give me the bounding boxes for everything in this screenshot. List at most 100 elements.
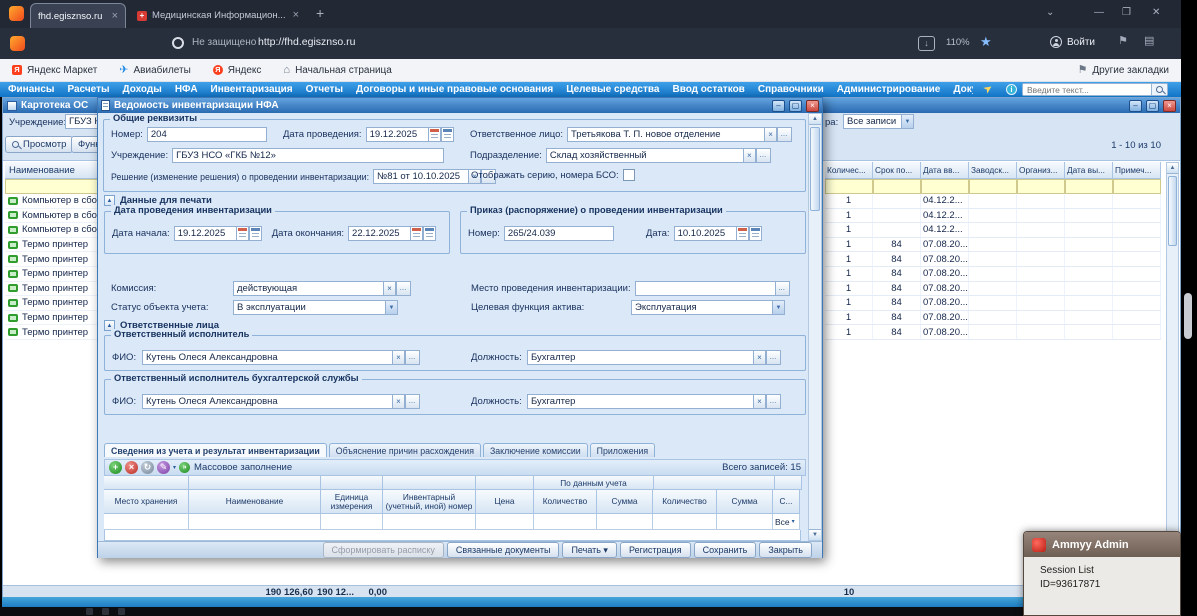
column-header[interactable]: Дата вы... <box>1065 162 1113 179</box>
calendar-icon[interactable] <box>736 226 749 241</box>
scroll-up-icon[interactable]: ▲ <box>1167 163 1178 174</box>
scroll-up-icon[interactable]: ▲ <box>809 114 821 125</box>
accounting-fio-input[interactable]: Кутень Олеся Александровна <box>142 394 392 409</box>
clear-icon[interactable]: × <box>743 148 756 163</box>
toolbar-menu-icon[interactable]: ▾ <box>173 464 176 471</box>
grid-column-header[interactable]: Сумма <box>597 490 653 514</box>
department-input[interactable]: Склад хозяйственный <box>546 148 743 163</box>
refresh-records-icon[interactable]: ↻ <box>141 461 154 474</box>
column-header[interactable]: Организ... <box>1017 162 1065 179</box>
tab-close-icon[interactable]: × <box>112 11 118 22</box>
other-bookmarks-button[interactable]: ⚑ Другие закладки <box>1078 65 1170 76</box>
download-icon[interactable]: ↓ <box>918 36 935 51</box>
cardfile-close-button[interactable]: × <box>1163 100 1176 112</box>
menu-item-4[interactable]: НФА <box>175 84 198 95</box>
info-icon[interactable]: i <box>1006 84 1017 95</box>
column-header[interactable]: Дата вв... <box>921 162 969 179</box>
place-input[interactable] <box>635 281 775 296</box>
view-button[interactable]: Просмотр <box>5 136 73 153</box>
executor-post-input[interactable]: Бухгалтер <box>527 350 753 365</box>
lookup-icon[interactable]: … <box>405 394 420 409</box>
decision-input[interactable]: №81 от 10.10.2025 <box>373 169 468 184</box>
column-filter-input[interactable] <box>921 179 969 194</box>
menu-item-9[interactable]: Ввод остатков <box>672 84 744 95</box>
cardfile-minimize-button[interactable]: – <box>1129 100 1142 112</box>
tabbar-chevron-icon[interactable]: ⌄ <box>1046 8 1054 18</box>
column-filter-input[interactable] <box>1065 179 1113 194</box>
menu-item-8[interactable]: Целевые средства <box>566 84 659 95</box>
menu-item-7[interactable]: Договоры и иные правовые основания <box>356 84 553 95</box>
modal-maximize-button[interactable]: ▢ <box>789 100 802 112</box>
asset-data-row[interactable]: 18407.08.20... <box>825 238 1161 253</box>
lookup-icon[interactable]: … <box>396 281 411 296</box>
menu-item-5[interactable]: Инвентаризация <box>211 84 293 95</box>
clear-icon[interactable]: × <box>392 350 405 365</box>
add-record-icon[interactable]: + <box>109 461 122 474</box>
grid-column-header[interactable]: Место хранения <box>104 490 189 514</box>
taskbar-app-icon[interactable] <box>118 608 125 615</box>
bookmark-star-icon[interactable]: ★ <box>980 35 992 48</box>
lookup-icon[interactable]: … <box>766 350 781 365</box>
edge-scrollbar[interactable] <box>1184 293 1192 339</box>
chevron-down-icon[interactable]: ▼ <box>901 114 914 129</box>
calendar-alt-icon[interactable] <box>249 226 262 241</box>
modal-action-1[interactable]: Сформировать расписку <box>323 542 444 558</box>
security-label[interactable]: Не защищено <box>192 37 256 48</box>
ammyy-titlebar[interactable]: Ammyy Admin <box>1024 532 1180 557</box>
modal-action-5[interactable]: Сохранить <box>694 542 757 558</box>
target-function-select[interactable]: Эксплуатация <box>631 300 772 315</box>
column-header[interactable]: Примеч... <box>1113 162 1161 179</box>
grid-column-header[interactable]: Наименование <box>189 490 321 514</box>
records-filter-select[interactable]: Все записи ▼ <box>843 114 914 129</box>
grid-column-header[interactable]: С... <box>773 490 800 514</box>
modal-tab-1[interactable]: Сведения из учета и результат инвентариз… <box>104 443 327 457</box>
modal-tab-4[interactable]: Приложения <box>590 443 655 457</box>
grid-column-header[interactable]: Цена <box>476 490 534 514</box>
grid-body[interactable] <box>104 530 801 541</box>
calendar-alt-icon[interactable] <box>749 226 762 241</box>
modal-titlebar[interactable]: Ведомость инвентаризации НФА – ▢ × <box>98 98 822 113</box>
grid-column-header[interactable]: Единица измерения <box>321 490 383 514</box>
browser-logo-icon[interactable] <box>9 6 24 21</box>
asset-data-row[interactable]: 104.12.2... <box>825 223 1161 238</box>
order-number-input[interactable]: 265/24.039 <box>504 226 614 241</box>
bso-checkbox[interactable] <box>623 169 635 181</box>
lookup-icon[interactable]: … <box>405 350 420 365</box>
search-input[interactable] <box>1023 84 1151 95</box>
grid-column-header[interactable]: Инвентарный (учетный, иной) номер <box>383 490 476 514</box>
taskbar-app-icon[interactable] <box>86 608 93 615</box>
menu-item-10[interactable]: Справочники <box>758 84 824 95</box>
column-filter-input[interactable] <box>1113 179 1161 194</box>
bookmark-item[interactable]: ЯЯндекс Маркет <box>12 65 97 76</box>
asset-data-row[interactable]: 104.12.2... <box>825 194 1161 209</box>
modal-action-3[interactable]: Печать ▾ <box>562 542 617 558</box>
scrollbar-thumb[interactable] <box>810 127 820 211</box>
asset-data-row[interactable]: 18407.08.20... <box>825 282 1161 297</box>
calendar-alt-icon[interactable] <box>441 127 454 142</box>
vertical-scrollbar[interactable]: ▲ ▼ <box>1166 162 1179 585</box>
grid-filter-cell[interactable] <box>597 514 653 530</box>
bookmark-item[interactable]: ✈Авиабилеты <box>119 65 191 76</box>
chevron-down-icon[interactable]: ▼ <box>385 300 398 315</box>
clear-icon[interactable]: × <box>392 394 405 409</box>
column-filter-input[interactable] <box>1017 179 1065 194</box>
end-date-input[interactable]: 22.12.2025 <box>348 226 410 241</box>
bookmark-item[interactable]: ЯЯндекс <box>213 65 262 76</box>
asset-data-row[interactable]: 18407.08.20... <box>825 296 1161 311</box>
executor-fio-input[interactable]: Кутень Олеся Александровна <box>142 350 392 365</box>
number-input[interactable]: 204 <box>147 127 267 142</box>
institution-input[interactable]: ГБУЗ НСО «ГКБ №12» <box>172 148 444 163</box>
modal-tab-2[interactable]: Объяснение причин расхождения <box>329 443 481 457</box>
commission-input[interactable]: действующая <box>233 281 383 296</box>
asset-data-row[interactable]: 18407.08.20... <box>825 267 1161 282</box>
grid-filter-cell[interactable] <box>189 514 321 530</box>
lookup-icon[interactable]: … <box>775 281 790 296</box>
edit-record-icon[interactable]: ✎ <box>157 461 170 474</box>
modal-action-6[interactable]: Закрыть <box>759 542 812 558</box>
browser-tab-medical[interactable]: + Медицинская Информацион... × <box>130 3 306 28</box>
cardfile-maximize-button[interactable]: ▢ <box>1146 100 1159 112</box>
modal-action-2[interactable]: Связанные документы <box>447 542 560 558</box>
column-filter-input[interactable] <box>873 179 921 194</box>
scrollbar-thumb[interactable] <box>1168 176 1177 246</box>
status-select[interactable]: В эксплуатации <box>233 300 385 315</box>
